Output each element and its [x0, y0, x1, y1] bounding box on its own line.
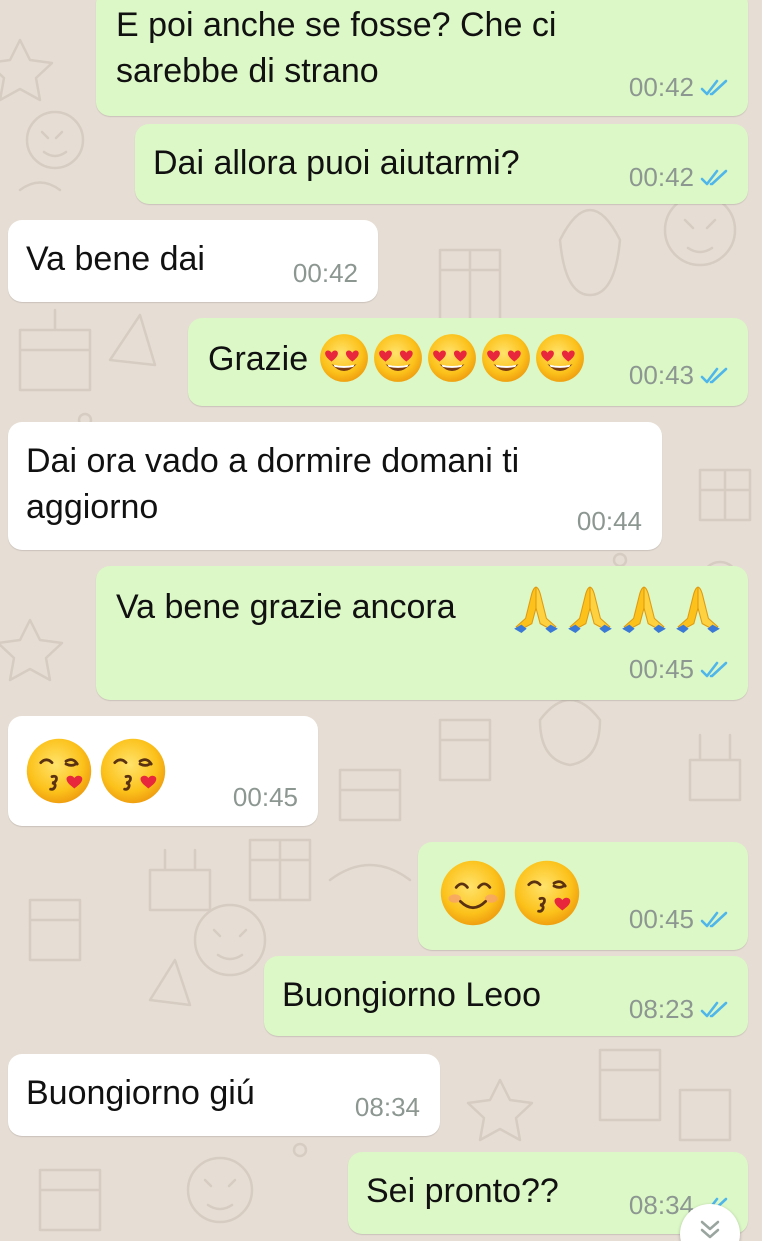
message-text: Grazie — [208, 340, 309, 378]
message-meta: 08:34 — [355, 1092, 420, 1123]
message-time: 00:44 — [576, 506, 642, 536]
message-text: Va bene dai — [26, 240, 205, 278]
read-ticks-icon — [700, 1000, 730, 1020]
message-bubble-outgoing[interactable]: Buongiorno Leoo 08:23 — [264, 956, 748, 1036]
read-ticks-icon — [700, 366, 730, 386]
read-ticks-icon — [700, 78, 730, 98]
double-chevron-down-icon — [700, 1220, 720, 1239]
message-bubble-outgoing[interactable]: Grazie 00:43 — [188, 318, 748, 406]
message-meta: 00:42 — [629, 72, 730, 103]
folded-hands-emoji-icon — [564, 580, 616, 636]
message-time: 00:42 — [628, 162, 694, 192]
message-time: 08:34 — [354, 1092, 420, 1122]
message-meta: 00:42 — [293, 258, 358, 289]
message-text: E poi anche se fosse? Che ci — [116, 6, 557, 44]
folded-hands-emoji-icon — [672, 580, 724, 636]
heart-eyes-emoji-icon — [426, 332, 478, 384]
message-text: aggiorno — [26, 488, 159, 526]
message-text: Buongiorno giú — [26, 1074, 255, 1112]
message-time: 00:43 — [628, 360, 694, 390]
message-meta: 00:44 — [577, 506, 642, 537]
read-ticks-icon — [700, 660, 730, 680]
message-time: 08:23 — [628, 994, 694, 1024]
kissing-heart-emoji-icon — [24, 736, 94, 806]
message-bubble-incoming[interactable]: Buongiorno giú 08:34 — [8, 1054, 440, 1136]
read-ticks-icon — [700, 910, 730, 930]
message-bubble-incoming[interactable]: 00:45 — [8, 716, 318, 826]
smiling-blush-emoji-icon — [438, 858, 508, 928]
message-time: 00:42 — [292, 258, 358, 288]
message-text: Sei pronto?? — [366, 1172, 559, 1210]
heart-eyes-emoji-icon — [372, 332, 424, 384]
emoji-row — [24, 736, 168, 806]
emoji-row — [438, 858, 582, 928]
message-time: 00:45 — [628, 904, 694, 934]
message-time: 00:45 — [628, 654, 694, 684]
message-text: Va bene grazie ancora — [116, 588, 456, 626]
message-meta: 00:42 — [629, 162, 730, 193]
message-bubble-incoming[interactable]: Dai ora vado a dormire domani ti aggiorn… — [8, 422, 662, 550]
message-meta: 08:23 — [629, 994, 730, 1025]
message-text: Buongiorno Leoo — [282, 976, 542, 1014]
message-bubble-incoming[interactable]: Va bene dai 00:42 — [8, 220, 378, 302]
message-time: 00:42 — [628, 72, 694, 102]
heart-eyes-emoji-icon — [534, 332, 586, 384]
folded-hands-emoji-icon — [618, 580, 670, 636]
folded-hands-emoji-icon — [510, 580, 562, 636]
heart-eyes-emoji-icon — [480, 332, 532, 384]
read-ticks-icon — [700, 168, 730, 188]
message-meta: 00:45 — [629, 654, 730, 685]
message-bubble-outgoing[interactable]: Dai allora puoi aiutarmi? 00:42 — [135, 124, 748, 204]
message-text: Dai allora puoi aiutarmi? — [153, 144, 520, 182]
emoji-row — [510, 580, 724, 636]
heart-eyes-emoji-icon — [318, 332, 370, 384]
message-meta: 00:43 — [629, 360, 730, 391]
emoji-row — [318, 332, 586, 386]
message-bubble-outgoing[interactable]: 00:45 — [418, 842, 748, 950]
kissing-heart-emoji-icon — [98, 736, 168, 806]
message-text: Dai ora vado a dormire domani ti — [26, 442, 520, 480]
message-time: 00:45 — [232, 782, 298, 812]
chat-background: E poi anche se fosse? Che ci sarebbe di … — [0, 0, 762, 1241]
message-meta: 00:45 — [233, 782, 298, 813]
kissing-heart-emoji-icon — [512, 858, 582, 928]
message-meta: 00:45 — [629, 904, 730, 935]
message-text: sarebbe di strano — [116, 52, 379, 90]
message-bubble-outgoing[interactable]: E poi anche se fosse? Che ci sarebbe di … — [96, 0, 748, 116]
message-bubble-outgoing[interactable]: Va bene grazie ancora 00:45 — [96, 566, 748, 700]
